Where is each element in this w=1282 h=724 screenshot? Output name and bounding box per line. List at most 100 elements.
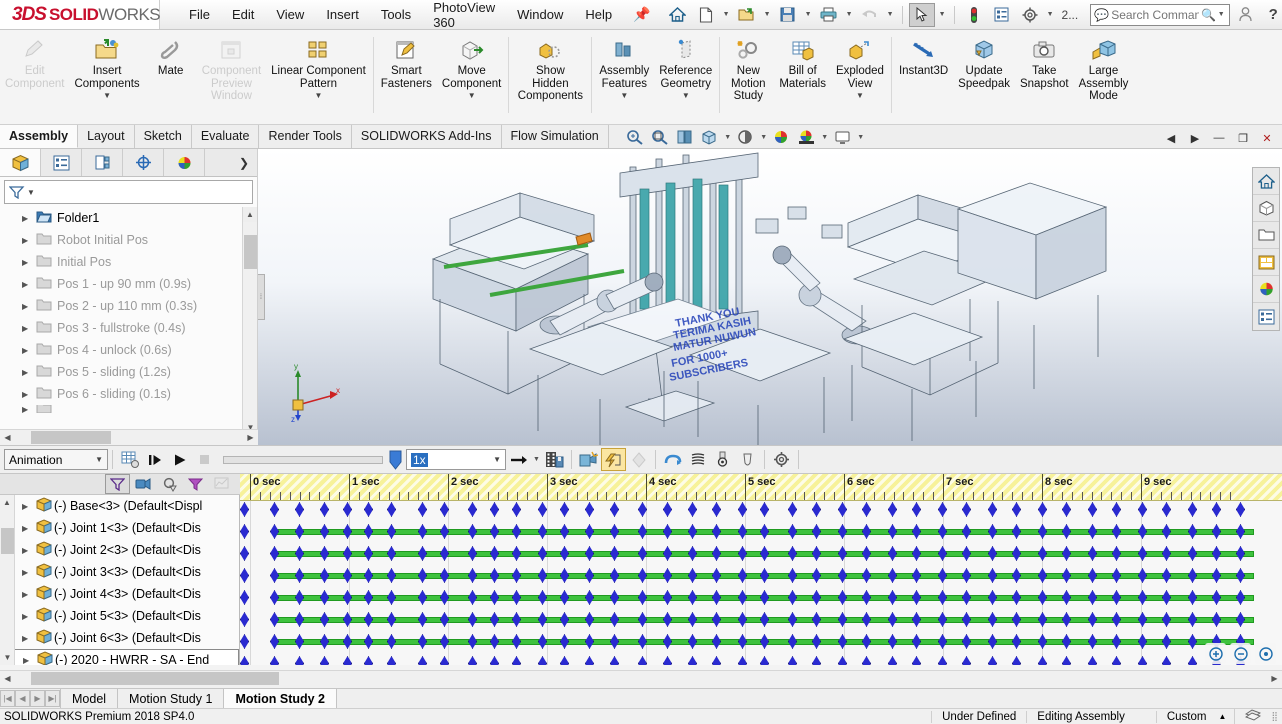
- help-icon[interactable]: ?: [1260, 3, 1282, 27]
- key-point[interactable]: [387, 502, 396, 517]
- key-point[interactable]: [788, 612, 797, 627]
- display-style-icon[interactable]: [734, 126, 758, 148]
- key-point[interactable]: [1162, 524, 1171, 539]
- key-point[interactable]: [418, 546, 427, 561]
- update-speedpak-button[interactable]: Update Speedpak: [953, 33, 1015, 90]
- key-point[interactable]: [560, 502, 569, 517]
- key-point[interactable]: [712, 590, 721, 605]
- motion-node-base[interactable]: ▶ (-) Base<3> (Default<Displ: [0, 495, 239, 517]
- key-point[interactable]: [1088, 546, 1097, 561]
- scroll-thumb[interactable]: [1, 528, 14, 554]
- key-point[interactable]: [343, 656, 352, 665]
- key-point[interactable]: [468, 568, 477, 583]
- key-point[interactable]: [862, 612, 871, 627]
- key-point[interactable]: [938, 502, 947, 517]
- undo-button[interactable]: [857, 3, 883, 27]
- sheet-stack-icon[interactable]: [1234, 708, 1271, 724]
- doc-close-button[interactable]: ✕: [1256, 128, 1278, 148]
- custom-properties-icon[interactable]: [1253, 303, 1279, 330]
- key-point[interactable]: [1062, 634, 1071, 649]
- key-point[interactable]: [560, 590, 569, 605]
- key-point[interactable]: [585, 502, 594, 517]
- key-point[interactable]: [760, 568, 769, 583]
- key-point[interactable]: [688, 546, 697, 561]
- key-point[interactable]: [1162, 656, 1171, 665]
- feature-tree-horizontal-scrollbar[interactable]: ◀ ▶: [0, 429, 258, 445]
- scroll-thumb[interactable]: [31, 672, 279, 685]
- key-point[interactable]: [1088, 590, 1097, 605]
- linear-component-pattern-caret-icon[interactable]: ▼: [315, 91, 323, 100]
- motion-node-joint-2[interactable]: ▶ (-) Joint 2<3> (Default<Dis: [0, 539, 239, 561]
- feature-tree-filter[interactable]: ▼: [4, 180, 253, 204]
- key-point[interactable]: [560, 546, 569, 561]
- timeline-tree-scrollbar[interactable]: ▲ ▼: [0, 495, 15, 665]
- key-point[interactable]: [387, 656, 396, 665]
- key-point[interactable]: [343, 502, 352, 517]
- key-point[interactable]: [468, 656, 477, 665]
- property-manager-tab[interactable]: [41, 149, 82, 176]
- user-icon[interactable]: [1232, 3, 1258, 27]
- key-point[interactable]: [788, 634, 797, 649]
- tree-node-pos-4[interactable]: ▶ Pos 4 - unlock (0.6s): [0, 339, 257, 361]
- key-row[interactable]: [240, 521, 1282, 543]
- chevron-down-icon[interactable]: ▼: [95, 455, 103, 464]
- pin-icon[interactable]: 📌: [633, 6, 650, 23]
- key-point[interactable]: [364, 546, 373, 561]
- key-point[interactable]: [688, 568, 697, 583]
- key-point[interactable]: [387, 634, 396, 649]
- key-point[interactable]: [387, 546, 396, 561]
- assembly-features-button[interactable]: Assembly Features ▼: [594, 33, 654, 100]
- key-point[interactable]: [295, 612, 304, 627]
- key-point[interactable]: [1038, 568, 1047, 583]
- display-manager-tab[interactable]: [164, 149, 205, 176]
- key-point[interactable]: [1188, 524, 1197, 539]
- key-point[interactable]: [663, 568, 672, 583]
- instant3d-button[interactable]: Instant3D: [894, 33, 953, 78]
- chevron-right-icon[interactable]: ▶: [22, 590, 36, 599]
- tree-node-pos-1[interactable]: ▶ Pos 1 - up 90 mm (0.9s): [0, 273, 257, 295]
- status-units-label[interactable]: Custom: [1155, 710, 1217, 723]
- key-point[interactable]: [512, 634, 521, 649]
- key-point[interactable]: [1038, 546, 1047, 561]
- key-point[interactable]: [440, 590, 449, 605]
- key-point[interactable]: [988, 634, 997, 649]
- appearances-scenes-icon[interactable]: [1253, 276, 1279, 303]
- key-point[interactable]: [862, 502, 871, 517]
- smart-fasteners-button[interactable]: Smart Fasteners: [376, 33, 437, 90]
- key-point[interactable]: [512, 656, 521, 665]
- key-point[interactable]: [862, 568, 871, 583]
- key-point[interactable]: [838, 546, 847, 561]
- key-point[interactable]: [490, 546, 499, 561]
- key-point[interactable]: [938, 634, 947, 649]
- motion-study-properties-button[interactable]: [769, 448, 794, 471]
- key-point[interactable]: [560, 568, 569, 583]
- key-point[interactable]: [938, 656, 947, 665]
- key-point[interactable]: [760, 656, 769, 665]
- scroll-left-arrow-icon[interactable]: ◀: [0, 674, 15, 683]
- key-point[interactable]: [270, 634, 279, 649]
- key-point[interactable]: [418, 590, 427, 605]
- key-point[interactable]: [712, 502, 721, 517]
- chevron-right-icon[interactable]: ▶: [22, 524, 36, 533]
- tab-flow-simulation[interactable]: Flow Simulation: [502, 125, 609, 148]
- chevron-right-icon[interactable]: ▶: [22, 634, 36, 643]
- damper-button[interactable]: [660, 448, 685, 471]
- key-point[interactable]: [838, 656, 847, 665]
- motion-node-joint-4[interactable]: ▶ (-) Joint 4<3> (Default<Dis: [0, 583, 239, 605]
- chevron-right-icon[interactable]: ▶: [22, 368, 36, 377]
- key-point[interactable]: [538, 590, 547, 605]
- search-caret-icon[interactable]: ▼: [1216, 11, 1226, 18]
- force-button[interactable]: [685, 448, 710, 471]
- key-point[interactable]: [320, 502, 329, 517]
- key-point[interactable]: [295, 524, 304, 539]
- show-hidden-components-button[interactable]: Show Hidden Components: [511, 33, 589, 103]
- key-point[interactable]: [688, 502, 697, 517]
- key-point[interactable]: [1038, 502, 1047, 517]
- key-point[interactable]: [962, 568, 971, 583]
- key-point[interactable]: [988, 656, 997, 665]
- key-point[interactable]: [1112, 524, 1121, 539]
- scroll-thumb[interactable]: [244, 235, 257, 269]
- chevron-right-icon[interactable]: ▶: [22, 502, 36, 511]
- prev-doc-button[interactable]: ◀: [1160, 128, 1182, 148]
- key-point[interactable]: [468, 546, 477, 561]
